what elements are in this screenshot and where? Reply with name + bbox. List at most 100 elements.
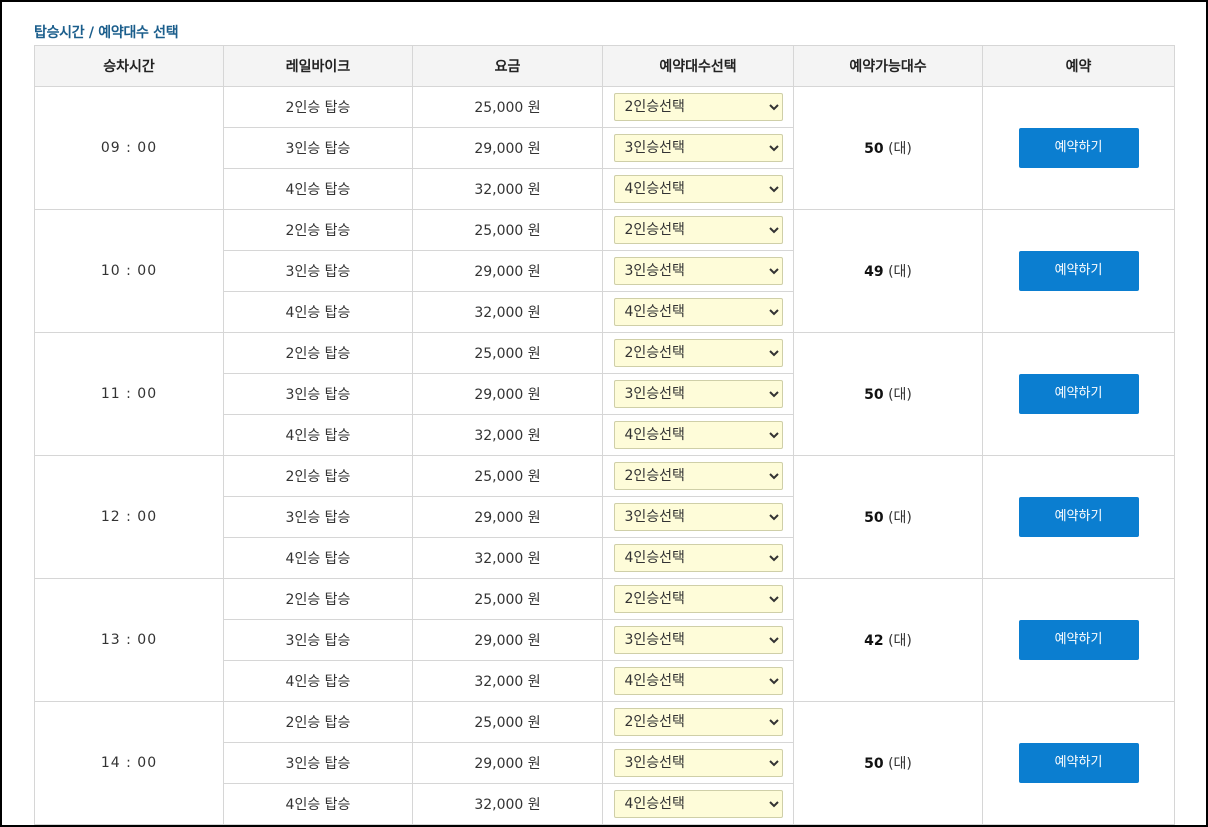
available-count: 50: [864, 141, 884, 157]
departure-time-cell: 14 : 00: [34, 701, 224, 825]
unit-label: (대): [888, 633, 912, 649]
bike-type-cell: 2인승 탑승: [223, 701, 413, 743]
bike-type-cell: 3인승 탑승: [223, 742, 413, 784]
quantity-select-cell: 3인승선택: [602, 619, 794, 661]
departure-time-cell: 09 : 00: [34, 86, 224, 210]
reserve-button[interactable]: 예약하기: [1018, 743, 1139, 783]
quantity-select[interactable]: 3인승선택: [613, 626, 783, 654]
section-title: 탑승시간 / 예약대수 선택: [34, 25, 179, 41]
fare-cell: 32,000 원: [412, 783, 603, 825]
quantity-select[interactable]: 4인승선택: [613, 421, 783, 449]
bike-type-cell: 3인승 탑승: [223, 619, 413, 661]
quantity-select[interactable]: 3인승선택: [613, 134, 783, 162]
quantity-select[interactable]: 4인승선택: [613, 790, 783, 818]
unit-label: (대): [888, 264, 912, 280]
header-rail-bike: 레일바이크: [223, 45, 413, 87]
header-departure-time: 승차시간: [34, 45, 224, 87]
reserve-cell: 예약하기: [982, 332, 1175, 456]
bike-type-cell: 4인승 탑승: [223, 291, 413, 333]
quantity-select-cell: 4인승선택: [602, 291, 794, 333]
quantity-select-cell: 2인승선택: [602, 209, 794, 251]
departure-time-cell: 13 : 00: [34, 578, 224, 702]
fare-cell: 29,000 원: [412, 619, 603, 661]
fare-cell: 29,000 원: [412, 127, 603, 169]
quantity-select[interactable]: 4인승선택: [613, 544, 783, 572]
bike-type-cell: 2인승 탑승: [223, 86, 413, 128]
page-frame: 탑승시간 / 예약대수 선택 승차시간 레일바이크 요금 예약대수선택 예약가능…: [0, 0, 1208, 827]
unit-label: (대): [888, 387, 912, 403]
reserve-button[interactable]: 예약하기: [1018, 497, 1139, 537]
available-count-cell: 49 (대): [793, 209, 983, 333]
available-count-cell: 50 (대): [793, 455, 983, 579]
quantity-select[interactable]: 4인승선택: [613, 175, 783, 203]
reserve-button[interactable]: 예약하기: [1018, 128, 1139, 168]
quantity-select[interactable]: 3인승선택: [613, 380, 783, 408]
fare-cell: 29,000 원: [412, 373, 603, 415]
header-quantity-select: 예약대수선택: [602, 45, 794, 87]
quantity-select-cell: 4인승선택: [602, 537, 794, 579]
header-available-count: 예약가능대수: [793, 45, 983, 87]
unit-label: (대): [888, 141, 912, 157]
bike-type-cell: 4인승 탑승: [223, 660, 413, 702]
reservation-table-body: 09 : 00 2인승 탑승 25,000 원 2인승선택 50 (대) 예약하기 3인승 …: [34, 86, 1175, 825]
departure-time-cell: 12 : 00: [34, 455, 224, 579]
bike-type-cell: 3인승 탑승: [223, 127, 413, 169]
unit-label: (대): [888, 756, 912, 772]
fare-cell: 25,000 원: [412, 455, 603, 497]
reserve-cell: 예약하기: [982, 86, 1175, 210]
reserve-button[interactable]: 예약하기: [1018, 374, 1139, 414]
quantity-select-cell: 3인승선택: [602, 496, 794, 538]
quantity-select-cell: 4인승선택: [602, 660, 794, 702]
fare-cell: 32,000 원: [412, 660, 603, 702]
reserve-cell: 예약하기: [982, 578, 1175, 702]
quantity-select[interactable]: 3인승선택: [613, 503, 783, 531]
fare-cell: 25,000 원: [412, 332, 603, 374]
reserve-cell: 예약하기: [982, 701, 1175, 825]
available-count-cell: 50 (대): [793, 332, 983, 456]
table-row: 09 : 00 2인승 탑승 25,000 원 2인승선택 50 (대) 예약하기: [34, 86, 1175, 210]
fare-cell: 32,000 원: [412, 537, 603, 579]
fare-cell: 29,000 원: [412, 742, 603, 784]
table-row: 10 : 00 2인승 탑승 25,000 원 2인승선택 49 (대) 예약하기: [34, 209, 1175, 333]
bike-type-cell: 4인승 탑승: [223, 414, 413, 456]
quantity-select-cell: 4인승선택: [602, 168, 794, 210]
fare-cell: 32,000 원: [412, 168, 603, 210]
quantity-select-cell: 2인승선택: [602, 578, 794, 620]
fare-cell: 25,000 원: [412, 578, 603, 620]
header-reserve: 예약: [982, 45, 1175, 87]
departure-time-cell: 11 : 00: [34, 332, 224, 456]
bike-type-cell: 3인승 탑승: [223, 250, 413, 292]
bike-type-cell: 4인승 탑승: [223, 168, 413, 210]
quantity-select-cell: 2인승선택: [602, 701, 794, 743]
fare-cell: 25,000 원: [412, 86, 603, 128]
reservation-table: 승차시간 레일바이크 요금 예약대수선택 예약가능대수 예약 09 : 00 2인…: [34, 45, 1175, 825]
table-row: 13 : 00 2인승 탑승 25,000 원 2인승선택 42 (대) 예약하기: [34, 578, 1175, 702]
unit-label: (대): [888, 510, 912, 526]
reserve-button[interactable]: 예약하기: [1018, 251, 1139, 291]
reserve-button[interactable]: 예약하기: [1018, 620, 1139, 660]
quantity-select-cell: 4인승선택: [602, 783, 794, 825]
quantity-select[interactable]: 2인승선택: [613, 216, 783, 244]
quantity-select[interactable]: 4인승선택: [613, 298, 783, 326]
fare-cell: 25,000 원: [412, 209, 603, 251]
quantity-select[interactable]: 3인승선택: [613, 749, 783, 777]
bike-type-cell: 2인승 탑승: [223, 332, 413, 374]
quantity-select[interactable]: 2인승선택: [613, 708, 783, 736]
quantity-select[interactable]: 2인승선택: [613, 462, 783, 490]
header-fare: 요금: [412, 45, 603, 87]
quantity-select-cell: 2인승선택: [602, 86, 794, 128]
quantity-select[interactable]: 2인승선택: [613, 339, 783, 367]
fare-cell: 32,000 원: [412, 414, 603, 456]
fare-cell: 29,000 원: [412, 250, 603, 292]
bike-type-cell: 2인승 탑승: [223, 455, 413, 497]
fare-cell: 25,000 원: [412, 701, 603, 743]
header-row: 승차시간 레일바이크 요금 예약대수선택 예약가능대수 예약: [34, 45, 1175, 87]
bike-type-cell: 2인승 탑승: [223, 209, 413, 251]
quantity-select[interactable]: 2인승선택: [613, 93, 783, 121]
table-row: 11 : 00 2인승 탑승 25,000 원 2인승선택 50 (대) 예약하기: [34, 332, 1175, 456]
quantity-select-cell: 3인승선택: [602, 127, 794, 169]
table-row: 14 : 00 2인승 탑승 25,000 원 2인승선택 50 (대) 예약하기: [34, 701, 1175, 825]
quantity-select[interactable]: 4인승선택: [613, 667, 783, 695]
quantity-select[interactable]: 3인승선택: [613, 257, 783, 285]
quantity-select[interactable]: 2인승선택: [613, 585, 783, 613]
